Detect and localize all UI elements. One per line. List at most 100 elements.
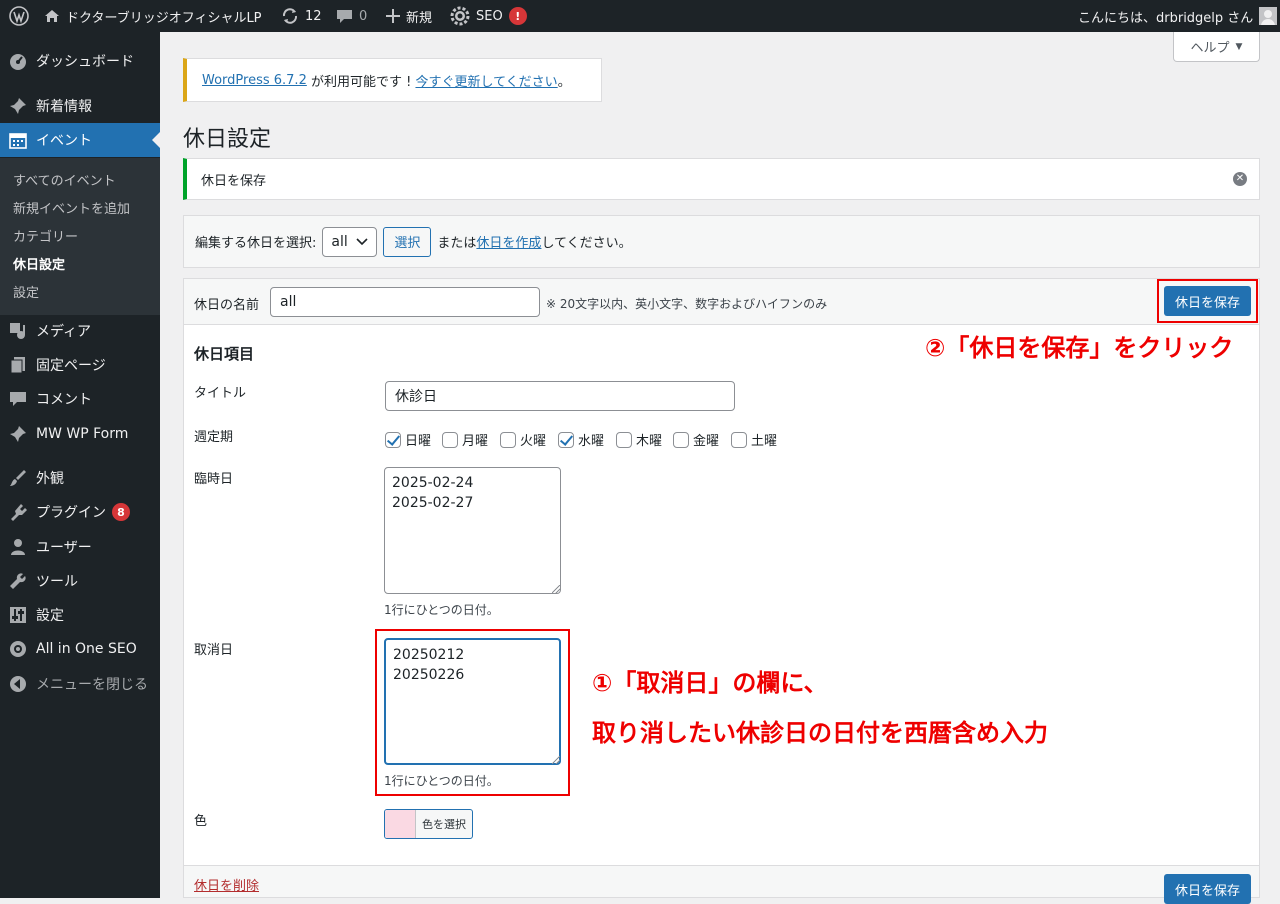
plus-icon bbox=[386, 9, 400, 23]
holiday-select-value: all bbox=[331, 233, 348, 250]
menu-item-plugins[interactable]: プラグイン 8 bbox=[0, 495, 160, 529]
success-notice-text: 休日を保存 bbox=[201, 173, 267, 189]
new-label: 新規 bbox=[406, 10, 433, 26]
checkbox-friday[interactable]: 金曜 bbox=[673, 430, 719, 449]
color-picker-button[interactable]: 色を選択 bbox=[384, 809, 473, 839]
seo-label: SEO bbox=[476, 8, 503, 24]
checkbox-box[interactable] bbox=[673, 431, 689, 448]
refresh-icon bbox=[281, 7, 299, 25]
page-title: 休日設定 bbox=[183, 127, 272, 152]
my-account-link[interactable]: こんにちは、drbridgelp さん bbox=[1078, 0, 1278, 32]
holiday-select-bar: 編集する休日を選択: all 選択 または休日を作成してください。 bbox=[183, 215, 1260, 268]
site-name-link[interactable]: ドクターブリッジオフィシャルLP bbox=[44, 0, 262, 32]
menu-item-mw-wp-form[interactable]: MW WP Form bbox=[0, 417, 160, 451]
update-now-link[interactable]: 今すぐ更新してください bbox=[415, 71, 557, 90]
checkbox-wednesday[interactable]: 水曜 bbox=[558, 430, 604, 449]
menu-label: ダッシュボード bbox=[36, 54, 134, 70]
save-holiday-button-bottom[interactable]: 休日を保存 bbox=[1164, 874, 1251, 904]
menu-label: 新着情報 bbox=[36, 99, 92, 115]
create-holiday-link[interactable]: 休日を作成 bbox=[476, 236, 541, 251]
temporary-days-hint: 1行にひとつの日付。 bbox=[384, 603, 499, 617]
submenu-holiday-settings[interactable]: 休日設定 bbox=[13, 254, 65, 273]
submenu-add-event[interactable]: 新規イベントを追加 bbox=[13, 198, 130, 217]
new-content-link[interactable]: 新規 bbox=[386, 0, 432, 32]
pin-icon bbox=[0, 97, 36, 115]
updates-link[interactable]: 12 bbox=[281, 0, 322, 32]
holiday-select[interactable]: all bbox=[322, 226, 378, 257]
cancel-days-label: 取消日 bbox=[194, 643, 234, 658]
wordpress-version-link[interactable]: WordPress 6.7.2 bbox=[202, 73, 307, 88]
submenu-categories[interactable]: カテゴリー bbox=[13, 226, 78, 245]
checkbox-sunday[interactable]: 日曜 bbox=[385, 430, 431, 449]
submenu-settings[interactable]: 設定 bbox=[13, 282, 39, 301]
menu-label: プラグイン bbox=[36, 505, 106, 521]
menu-label: 外観 bbox=[36, 471, 64, 487]
section-title: 休日項目 bbox=[194, 345, 255, 363]
menu-item-events[interactable]: イベント bbox=[0, 123, 160, 157]
checkbox-saturday[interactable]: 土曜 bbox=[731, 430, 777, 449]
avatar bbox=[1259, 7, 1278, 25]
checkbox-box[interactable] bbox=[731, 431, 747, 448]
checkbox-box[interactable] bbox=[558, 431, 574, 448]
weekly-label: 週定期 bbox=[194, 430, 234, 445]
checkbox-box[interactable] bbox=[442, 431, 458, 448]
menu-item-media[interactable]: メディア bbox=[0, 314, 160, 348]
menu-item-appearance[interactable]: 外観 bbox=[0, 461, 160, 495]
checkbox-box[interactable] bbox=[616, 431, 632, 448]
pin-icon bbox=[0, 425, 36, 443]
checkbox-thursday[interactable]: 木曜 bbox=[616, 430, 662, 449]
plugin-icon bbox=[0, 503, 36, 521]
update-notice: WordPress 6.7.2 が利用可能です ! 今すぐ更新してください 。 bbox=[183, 58, 602, 102]
checkbox-monday[interactable]: 月曜 bbox=[442, 430, 488, 449]
color-label: 色 bbox=[194, 814, 208, 829]
checkbox-box[interactable] bbox=[500, 431, 516, 448]
menu-item-all-in-one-seo[interactable]: All in One SEO bbox=[0, 632, 160, 666]
menu-label: ツール bbox=[36, 574, 78, 590]
menu-label: All in One SEO bbox=[36, 641, 137, 657]
checkbox-label: 月曜 bbox=[462, 434, 489, 449]
help-tab[interactable]: ヘルプ ▼ bbox=[1173, 32, 1260, 62]
seo-alert-badge: ! bbox=[508, 7, 527, 25]
checkbox-tuesday[interactable]: 火曜 bbox=[500, 430, 546, 449]
calendar-icon bbox=[0, 131, 36, 149]
temporary-days-textarea[interactable]: 2025-02-24 2025-02-27 bbox=[384, 467, 561, 594]
collapse-icon bbox=[0, 675, 36, 693]
comments-count: 0 bbox=[359, 8, 368, 24]
menu-label: メニューを閉じる bbox=[36, 677, 148, 693]
events-submenu: すべてのイベント 新規イベントを追加 カテゴリー 休日設定 設定 bbox=[0, 158, 160, 315]
resize-grip-icon[interactable] bbox=[552, 585, 560, 593]
menu-item-users[interactable]: ユーザー bbox=[0, 530, 160, 564]
help-label: ヘルプ bbox=[1190, 41, 1230, 56]
collapse-menu-button[interactable]: メニューを閉じる bbox=[0, 667, 160, 701]
menu-label: コメント bbox=[36, 392, 92, 408]
seo-link[interactable]: SEO ! bbox=[450, 0, 527, 32]
plugins-update-badge: 8 bbox=[112, 503, 130, 521]
menu-item-dashboard[interactable]: ダッシュボード bbox=[0, 44, 160, 78]
select-button[interactable]: 選択 bbox=[383, 226, 432, 257]
menu-item-settings[interactable]: 設定 bbox=[0, 598, 160, 632]
success-notice: 休日を保存 ✕ bbox=[183, 158, 1260, 200]
user-icon bbox=[0, 538, 36, 556]
menu-item-comments[interactable]: コメント bbox=[0, 382, 160, 416]
media-icon bbox=[0, 322, 36, 340]
menu-label: メディア bbox=[36, 324, 92, 340]
submenu-all-events[interactable]: すべてのイベント bbox=[13, 170, 116, 189]
menu-item-news[interactable]: 新着情報 bbox=[0, 89, 160, 123]
wordpress-logo-icon[interactable] bbox=[9, 0, 29, 32]
title-label: タイトル bbox=[194, 386, 247, 401]
menu-label: 固定ページ bbox=[36, 358, 106, 374]
annotation-step1-text: ①「取消日」の欄に、 bbox=[592, 669, 828, 697]
comments-link[interactable]: 0 bbox=[336, 0, 367, 32]
checkbox-label: 土曜 bbox=[751, 434, 778, 449]
menu-item-pages[interactable]: 固定ページ bbox=[0, 348, 160, 382]
delete-holiday-link[interactable]: 休日を削除 bbox=[194, 875, 259, 894]
dismiss-icon[interactable]: ✕ bbox=[1233, 172, 1247, 186]
admin-bar: ドクターブリッジオフィシャルLP 12 0 新規 SEO ! こんにちは、drb… bbox=[0, 0, 1280, 32]
checkbox-box[interactable] bbox=[385, 431, 401, 448]
update-notice-end: 。 bbox=[557, 74, 571, 90]
title-input[interactable]: 休診日 bbox=[385, 381, 735, 411]
menu-item-tools[interactable]: ツール bbox=[0, 564, 160, 598]
holiday-edit-panel: 休日の名前 all ※ 20文字以内、英小文字、数字およびハイフンのみ 休日を保… bbox=[183, 278, 1260, 904]
greeting: こんにちは、drbridgelp さん bbox=[1078, 10, 1254, 26]
holiday-name-input[interactable]: all bbox=[270, 287, 540, 317]
